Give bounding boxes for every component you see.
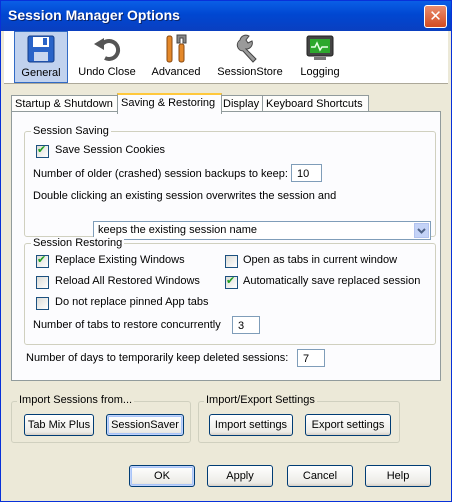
title-bar[interactable]: Session Manager Options ✕ <box>1 1 451 31</box>
deleted-days-label: Number of days to temporarily keep delet… <box>26 352 289 364</box>
window-title: Session Manager Options <box>8 7 180 23</box>
session-saver-button[interactable]: SessionSaver <box>106 414 184 436</box>
close-button[interactable]: ✕ <box>424 5 447 28</box>
toolbar-advanced[interactable]: Advanced <box>148 31 204 83</box>
tab-mix-plus-button[interactable]: Tab Mix Plus <box>24 414 94 436</box>
tab-saving-restoring[interactable]: Saving & Restoring <box>117 93 222 114</box>
floppy-disk-icon <box>27 35 55 63</box>
undo-arrow-icon <box>94 38 121 61</box>
options-window: Session Manager Options ✕ General Undo C… <box>0 0 452 502</box>
help-button[interactable]: Help <box>365 465 431 487</box>
toolbar-label: General <box>21 67 61 79</box>
toolbar-undo-close[interactable]: Undo Close <box>76 31 138 83</box>
save-cookies-label: Save Session Cookies <box>55 144 166 156</box>
tab-display[interactable]: Display <box>219 95 266 112</box>
toolbar-label: Advanced <box>151 66 201 78</box>
group-title: Import/Export Settings <box>204 394 317 406</box>
pinned-tabs-checkbox[interactable] <box>36 297 49 310</box>
tab-keyboard-shortcuts[interactable]: Keyboard Shortcuts <box>262 95 369 112</box>
chevron-down-icon[interactable] <box>414 223 429 238</box>
backups-label: Number of older (crashed) session backup… <box>33 168 288 180</box>
cancel-button[interactable]: Cancel <box>287 465 353 487</box>
session-saving-group: Session Saving Save Session Cookies Numb… <box>24 125 436 240</box>
toolbar-label: Undo Close <box>78 66 136 78</box>
category-toolbar: General Undo Close Advanced SessionStore <box>4 31 448 84</box>
group-title: Import Sessions from... <box>17 394 135 406</box>
replace-windows-label: Replace Existing Windows <box>55 254 185 266</box>
wrench-icon <box>236 34 257 63</box>
concurrent-tabs-label: Number of tabs to restore concurrently <box>33 319 221 331</box>
close-icon: ✕ <box>429 7 442 25</box>
import-export-settings-group: Import/Export Settings Import settings E… <box>198 394 400 443</box>
concurrent-tabs-input[interactable]: 3 <box>232 316 260 334</box>
apply-button[interactable]: Apply <box>207 465 273 487</box>
tab-panel: Session Saving Save Session Cookies Numb… <box>11 111 441 381</box>
dblclick-label: Double clicking an existing session over… <box>33 190 337 202</box>
open-as-tabs-checkbox[interactable] <box>225 255 238 268</box>
toolbar-logging[interactable]: Logging <box>295 31 345 83</box>
save-cookies-checkbox[interactable] <box>36 143 49 158</box>
deleted-days-input[interactable]: 7 <box>297 349 325 367</box>
group-title: Session Saving <box>31 125 111 137</box>
reload-windows-checkbox[interactable] <box>36 276 49 289</box>
dblclick-select-value: keeps the existing session name <box>98 224 257 236</box>
toolbar-general[interactable]: General <box>14 31 68 83</box>
import-settings-button[interactable]: Import settings <box>209 414 293 436</box>
session-restoring-group: Session Restoring Replace Existing Windo… <box>24 237 436 345</box>
tools-icon <box>166 34 187 63</box>
toolbar-label: SessionStore <box>217 66 283 78</box>
ok-button[interactable]: OK <box>129 465 195 487</box>
backups-input[interactable]: 10 <box>291 164 322 182</box>
group-title: Session Restoring <box>31 237 125 249</box>
pinned-tabs-label: Do not replace pinned App tabs <box>55 296 209 308</box>
import-sessions-group: Import Sessions from... Tab Mix Plus Ses… <box>11 394 191 443</box>
toolbar-sessionstore[interactable]: SessionStore <box>214 31 286 83</box>
dblclick-select[interactable]: keeps the existing session name <box>93 221 431 240</box>
open-as-tabs-label: Open as tabs in current window <box>243 254 398 266</box>
export-settings-button[interactable]: Export settings <box>305 414 391 436</box>
auto-save-checkbox[interactable] <box>225 274 238 289</box>
toolbar-label: Logging <box>300 66 340 78</box>
monitor-icon <box>306 35 334 60</box>
tab-startup-shutdown[interactable]: Startup & Shutdown <box>11 95 119 112</box>
auto-save-label: Automatically save replaced session <box>243 275 421 287</box>
reload-windows-label: Reload All Restored Windows <box>55 275 200 287</box>
replace-windows-checkbox[interactable] <box>36 253 49 268</box>
